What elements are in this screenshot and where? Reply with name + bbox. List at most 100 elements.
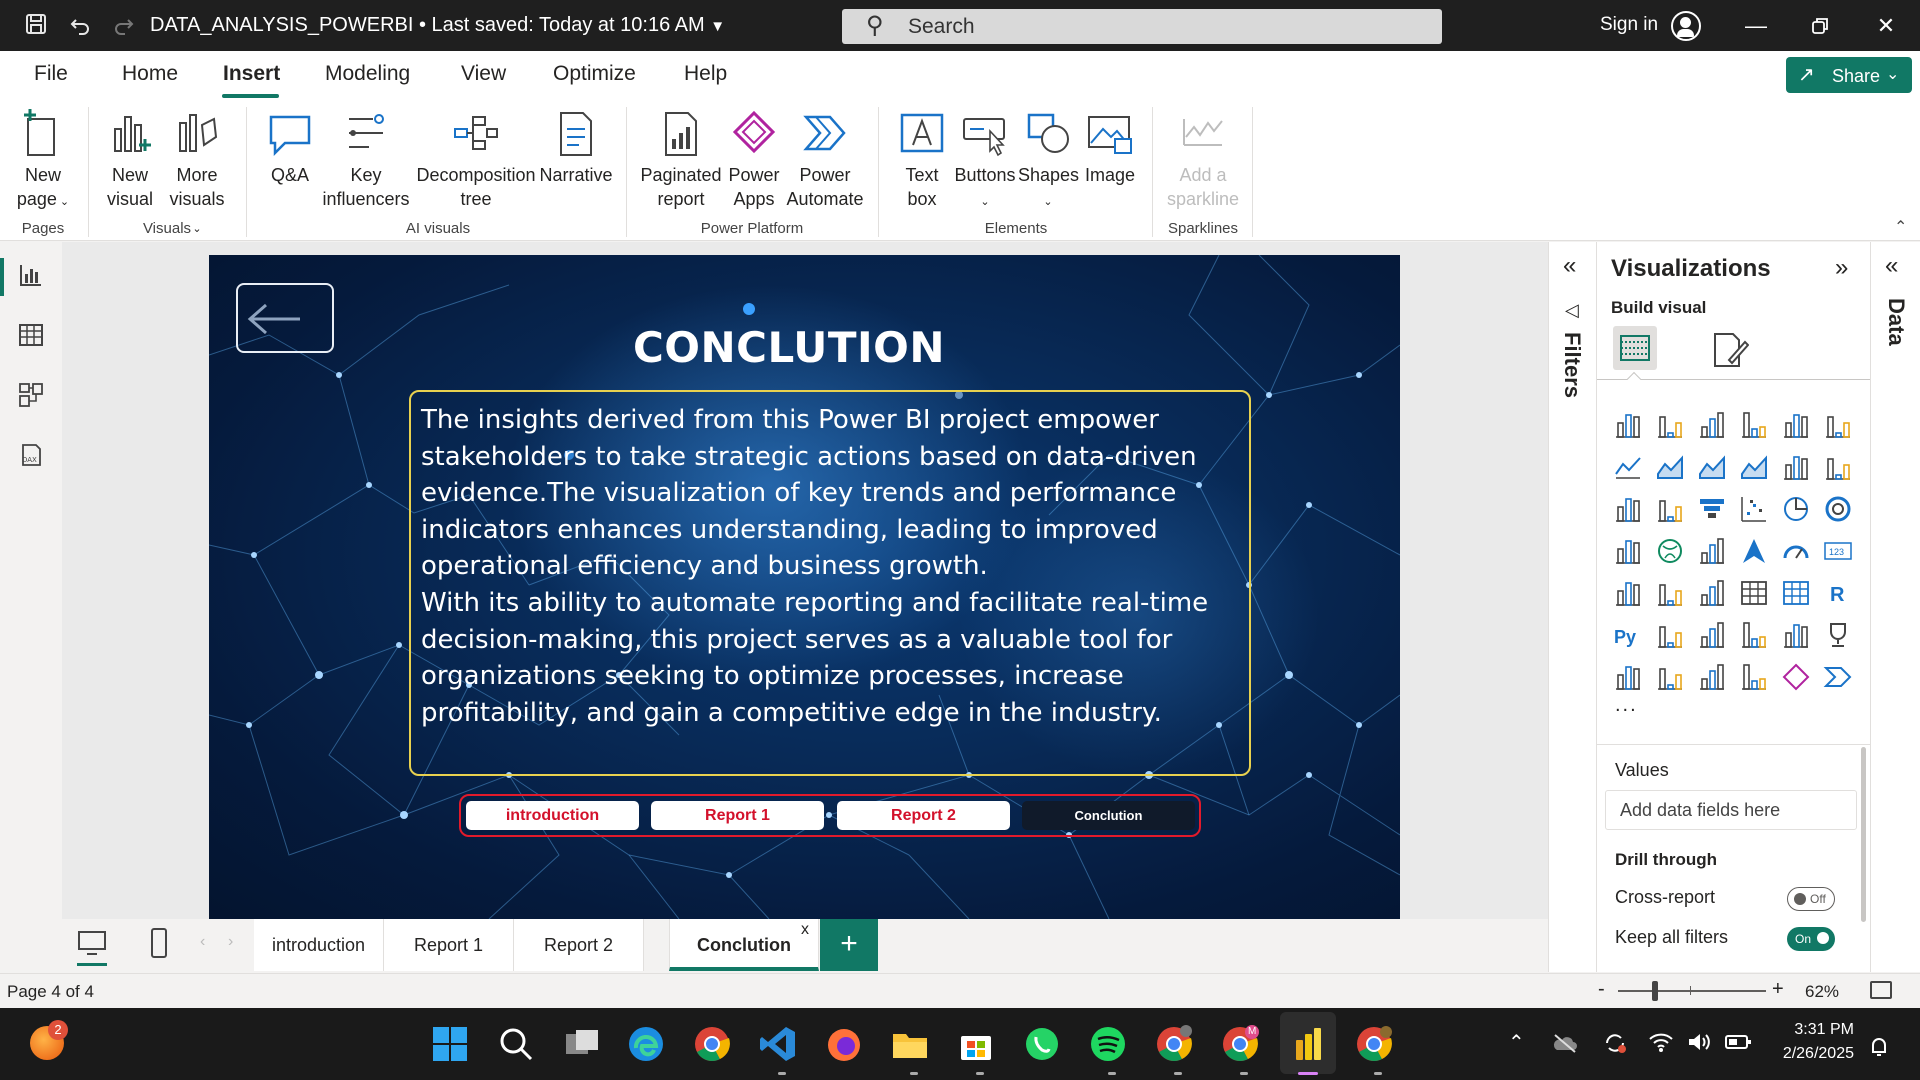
search-box[interactable]: ⚲ Search — [842, 9, 1442, 44]
pie-chart-icon[interactable] — [1781, 494, 1811, 524]
map-icon[interactable] — [1655, 536, 1685, 566]
decomposition-tree-icon[interactable] — [1697, 620, 1727, 650]
python-visual-icon[interactable]: Py — [1613, 620, 1643, 650]
tab-report-1[interactable]: Report 1 — [384, 919, 514, 971]
zoom-slider[interactable] — [1618, 990, 1766, 992]
multi-row-card-icon[interactable] — [1613, 578, 1643, 608]
fit-to-page-icon[interactable] — [1870, 981, 1892, 999]
power-apps-button[interactable]: Power Apps — [724, 109, 784, 211]
tab-conclution[interactable]: Conclution — [669, 919, 819, 971]
zoom-out-button[interactable]: - — [1598, 978, 1605, 1001]
nav-button-introduction[interactable]: introduction — [466, 801, 639, 830]
more-visuals-ellipsis[interactable]: ... — [1615, 694, 1638, 717]
line-column-icon[interactable] — [1781, 452, 1811, 482]
clustered-bar-icon[interactable] — [1697, 410, 1727, 440]
tab-introduction[interactable]: introduction — [254, 919, 384, 971]
expand-filters-icon[interactable]: « — [1563, 252, 1576, 280]
100-column-icon[interactable] — [1823, 410, 1853, 440]
onedrive-icon[interactable] — [1552, 1032, 1578, 1054]
mobile-layout-icon[interactable] — [148, 927, 170, 959]
collapse-ribbon-icon[interactable]: ⌃ — [1894, 217, 1907, 237]
zoom-slider-thumb[interactable] — [1652, 981, 1658, 1001]
taskbar-search-icon[interactable] — [496, 1024, 536, 1064]
new-visual-button[interactable]: New visual — [100, 109, 160, 211]
metrics-icon[interactable] — [1823, 620, 1853, 650]
tab-file[interactable]: File — [34, 62, 68, 86]
nav-button-report-1[interactable]: Report 1 — [651, 801, 824, 830]
desktop-layout-icon[interactable] — [77, 929, 107, 957]
volume-icon[interactable] — [1686, 1030, 1712, 1054]
stacked-area-icon[interactable] — [1697, 452, 1727, 482]
100-bar-icon[interactable] — [1781, 410, 1811, 440]
waterfall-icon[interactable] — [1655, 494, 1685, 524]
power-automate-button[interactable]: Power Automate — [784, 109, 866, 211]
donut-chart-icon[interactable] — [1823, 494, 1853, 524]
narrative-icon[interactable] — [1781, 620, 1811, 650]
power-apps-icon[interactable] — [1781, 662, 1811, 692]
build-visual-tab[interactable] — [1613, 326, 1657, 370]
tab-report-2[interactable]: Report 2 — [514, 919, 644, 971]
microsoft-store-icon[interactable] — [956, 1024, 996, 1064]
stacked-column-icon[interactable] — [1655, 410, 1685, 440]
zoom-in-button[interactable]: + — [1772, 978, 1784, 1001]
chrome-profile-icon[interactable] — [1354, 1024, 1394, 1064]
slicer-icon[interactable] — [1697, 578, 1727, 608]
edge-icon[interactable] — [626, 1024, 666, 1064]
paginated-report-button[interactable]: Paginated report — [638, 109, 724, 211]
filters-pane[interactable]: « ◁ Filters — [1548, 242, 1596, 972]
key-influencers-icon[interactable] — [1655, 620, 1685, 650]
tab-optimize[interactable]: Optimize — [553, 62, 636, 86]
show-hidden-icons-icon[interactable]: ⌃ — [1508, 1030, 1525, 1055]
buttons-button[interactable]: Buttons ⌄ — [954, 109, 1016, 214]
spotify-icon[interactable] — [1088, 1024, 1128, 1064]
expand-data-icon[interactable]: « — [1885, 252, 1898, 280]
qa-icon[interactable] — [1739, 620, 1769, 650]
add-page-button[interactable]: + — [820, 919, 878, 971]
close-tab-icon[interactable]: x — [801, 921, 809, 939]
chevron-right-icon[interactable]: › — [228, 933, 233, 951]
file-explorer-icon[interactable] — [890, 1024, 930, 1064]
decomposition-tree-button[interactable]: Decomposition tree — [414, 109, 538, 211]
chrome-icon[interactable] — [692, 1024, 732, 1064]
table-icon[interactable] — [1739, 578, 1769, 608]
restore-icon[interactable] — [1800, 10, 1840, 42]
clustered-column-icon[interactable] — [1739, 410, 1769, 440]
taskbar-date[interactable]: 2/26/2025 — [1769, 1045, 1854, 1063]
r-visual-icon[interactable]: R — [1823, 578, 1853, 608]
sign-in-link[interactable]: Sign in — [1600, 14, 1658, 36]
task-view-icon[interactable] — [562, 1024, 602, 1064]
table-view-icon[interactable] — [18, 322, 44, 348]
add-sparkline-button[interactable]: Add a sparkline — [1164, 109, 1242, 211]
narrative-button[interactable]: Narrative — [538, 109, 614, 187]
nav-button-conclution[interactable]: Conclution — [1022, 801, 1195, 830]
tab-home[interactable]: Home — [122, 62, 178, 86]
data-pane[interactable]: « Data — [1870, 242, 1920, 972]
image-button[interactable]: Image — [1080, 109, 1140, 187]
ribbon-chart-icon[interactable] — [1613, 494, 1643, 524]
model-view-icon[interactable] — [18, 382, 44, 408]
gauge-icon[interactable] — [1781, 536, 1811, 566]
undo-icon[interactable] — [66, 12, 94, 40]
tab-insert[interactable]: Insert — [223, 62, 280, 86]
card-icon[interactable]: 123 — [1823, 536, 1853, 566]
azure-map-icon[interactable] — [1739, 536, 1769, 566]
kpi-icon[interactable] — [1655, 578, 1685, 608]
cross-report-toggle[interactable]: Off — [1787, 887, 1835, 911]
sync-icon[interactable] — [1602, 1030, 1628, 1056]
firefox-icon[interactable] — [824, 1024, 864, 1064]
paginated-report-icon[interactable] — [1613, 662, 1643, 692]
stacked-bar-icon[interactable] — [1613, 410, 1643, 440]
redo-icon[interactable] — [110, 12, 138, 40]
nav-button-report-2[interactable]: Report 2 — [837, 801, 1010, 830]
notification-bell-icon[interactable] — [1868, 1036, 1890, 1058]
100-area-icon[interactable] — [1739, 452, 1769, 482]
tab-view[interactable]: View — [461, 62, 506, 86]
vscode-icon[interactable] — [758, 1024, 798, 1064]
format-visual-icon[interactable] — [1709, 330, 1749, 370]
taskbar-time[interactable]: 3:31 PM — [1769, 1021, 1854, 1039]
power-automate-icon[interactable] — [1823, 662, 1853, 692]
filled-map-icon[interactable] — [1697, 536, 1727, 566]
key-influencers-button[interactable]: Key influencers — [320, 109, 412, 211]
battery-icon[interactable] — [1724, 1032, 1752, 1052]
values-field-well[interactable]: Add data fields here — [1605, 790, 1857, 830]
